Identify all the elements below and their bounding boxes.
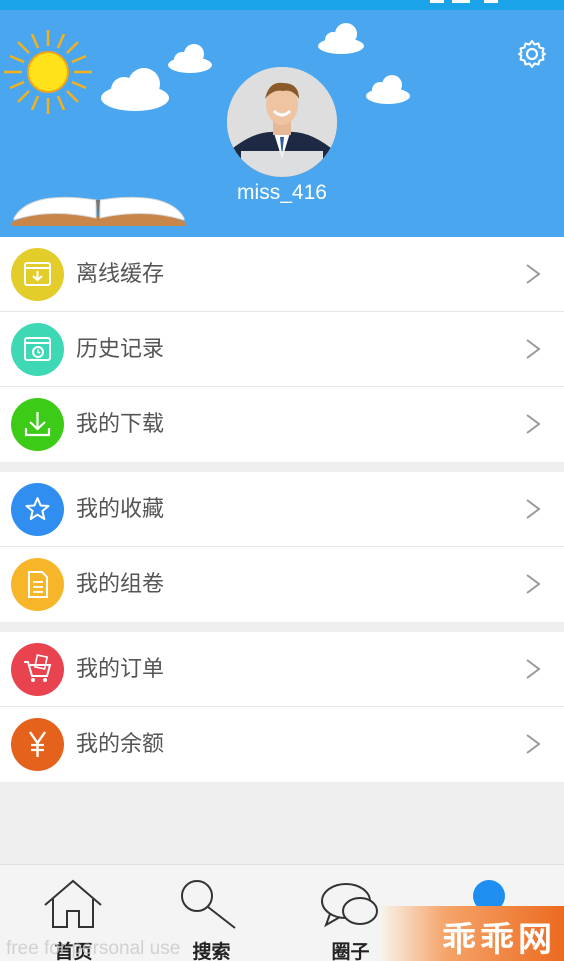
chevron-right-icon xyxy=(526,499,541,519)
sun-icon xyxy=(4,30,92,114)
settings-gear-icon[interactable] xyxy=(516,38,548,70)
chevron-right-icon xyxy=(526,264,541,284)
chevron-right-icon xyxy=(526,414,541,434)
menu-item-balance[interactable]: 我的余额 xyxy=(0,707,564,782)
menu-item-label: 我的订单 xyxy=(76,657,165,682)
menu-group-2: 我的收藏 我的组卷 xyxy=(0,472,564,622)
menu-item-label: 我的余额 xyxy=(76,732,165,757)
menu-item-downloads[interactable]: 我的下载 xyxy=(0,387,564,462)
history-icon xyxy=(11,323,64,376)
chat-bubbles-icon xyxy=(321,883,378,928)
signal-icon xyxy=(430,0,444,3)
chevron-right-icon xyxy=(526,339,541,359)
menu-item-label: 离线缓存 xyxy=(76,262,165,287)
menu-item-orders[interactable]: 我的订单 xyxy=(0,632,564,707)
cloud-icon xyxy=(318,23,364,54)
yen-icon xyxy=(11,718,64,771)
menu-group-1: 离线缓存 历史记录 我的下载 xyxy=(0,237,564,462)
search-icon xyxy=(181,880,236,929)
brand-logo: 乖乖网 xyxy=(382,906,564,961)
avatar[interactable] xyxy=(227,67,337,177)
menu-item-history[interactable]: 历史记录 xyxy=(0,312,564,387)
menu-item-favorites[interactable]: 我的收藏 xyxy=(0,472,564,547)
cart-icon xyxy=(11,643,64,696)
brand-text: 乖乖网 xyxy=(442,920,556,960)
menu-item-offline-cache[interactable]: 离线缓存 xyxy=(0,237,564,312)
menu-group-3: 我的订单 我的余额 xyxy=(0,632,564,782)
status-bar xyxy=(0,0,564,10)
user-photo xyxy=(227,67,337,177)
username: miss_416 xyxy=(237,181,327,204)
download-icon xyxy=(11,398,64,451)
document-icon xyxy=(11,558,64,611)
menu-item-label: 我的收藏 xyxy=(76,497,165,522)
chevron-right-icon xyxy=(526,574,541,594)
profile-page: miss_416 离线缓存 历史记录 我的下载 我的收藏 我的组卷 我的订单 我… xyxy=(0,0,564,961)
profile-header: miss_416 xyxy=(0,10,564,237)
chevron-right-icon xyxy=(526,734,541,754)
menu-item-label: 我的下载 xyxy=(76,412,165,437)
cloud-icon xyxy=(101,68,169,111)
home-icon xyxy=(44,879,102,928)
menu-item-papers[interactable]: 我的组卷 xyxy=(0,547,564,622)
offline-cache-icon xyxy=(11,248,64,301)
book-icon xyxy=(12,196,186,226)
wifi-icon xyxy=(452,0,470,3)
menu-item-label: 我的组卷 xyxy=(76,572,165,597)
menu-item-label: 历史记录 xyxy=(76,337,165,362)
chevron-right-icon xyxy=(526,659,541,679)
cloud-icon xyxy=(168,44,212,73)
star-icon xyxy=(11,483,64,536)
watermark: free for personal use xyxy=(6,938,181,959)
cloud-icon xyxy=(366,75,410,104)
battery-icon xyxy=(484,0,498,3)
